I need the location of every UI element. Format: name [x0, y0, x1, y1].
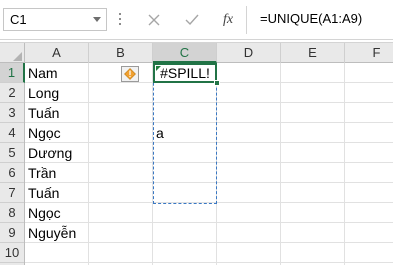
- cell-a5[interactable]: Dương: [28, 143, 72, 163]
- row-header-1[interactable]: 1: [0, 63, 25, 83]
- cell-a9[interactable]: Nguyễn: [28, 223, 76, 243]
- row-header-bar: 1 2 3 4 5 6 7 8 9 10: [0, 63, 25, 265]
- name-box-value: C1: [10, 12, 27, 27]
- row-header-4[interactable]: 4: [0, 123, 24, 143]
- column-header-e[interactable]: E: [281, 43, 345, 63]
- cell-a3[interactable]: Tuấn: [28, 103, 59, 123]
- cell-a6[interactable]: Trần: [28, 163, 56, 183]
- error-warning-button[interactable]: [121, 66, 139, 82]
- cell-a1[interactable]: Nam: [28, 63, 58, 83]
- cell-a2[interactable]: Long: [28, 83, 59, 103]
- enter-button[interactable]: [178, 9, 206, 31]
- select-all-button[interactable]: [0, 43, 25, 63]
- row-header-3[interactable]: 3: [0, 103, 24, 123]
- cell-a8[interactable]: Ngọc: [28, 203, 61, 223]
- column-header-b[interactable]: B: [89, 43, 153, 63]
- row-header-5[interactable]: 5: [0, 143, 24, 163]
- column-header-a[interactable]: A: [25, 43, 89, 63]
- row-header-2[interactable]: 2: [0, 83, 24, 103]
- formula-input[interactable]: =UNIQUE(A1:A9): [250, 8, 393, 31]
- formula-text: =UNIQUE(A1:A9): [260, 11, 363, 26]
- cell-c1-value: #SPILL!: [160, 65, 210, 81]
- row-header-8[interactable]: 8: [0, 203, 24, 223]
- gridline: [25, 242, 393, 243]
- row-header-9[interactable]: 9: [0, 223, 24, 243]
- gridline: [280, 63, 281, 265]
- active-cell-c1[interactable]: #SPILL!: [153, 63, 217, 83]
- name-box[interactable]: C1: [3, 8, 107, 31]
- fill-handle[interactable]: [214, 80, 220, 86]
- gridline: [88, 63, 89, 265]
- gridline: [25, 262, 393, 263]
- row-header-10[interactable]: 10: [0, 243, 24, 263]
- gridline: [25, 222, 393, 223]
- column-header-f[interactable]: F: [345, 43, 393, 63]
- worksheet-grid[interactable]: Nam Long Tuấn Ngọc Dương Trần Tuấn Ngọc …: [25, 63, 393, 265]
- check-icon: [185, 14, 199, 26]
- column-header-d[interactable]: D: [217, 43, 281, 63]
- cell-a4[interactable]: Ngọc: [28, 123, 61, 143]
- cell-c4[interactable]: a: [156, 123, 164, 143]
- fx-icon: fx: [222, 12, 234, 27]
- select-all-icon: [13, 52, 22, 61]
- row-header-6[interactable]: 6: [0, 163, 24, 183]
- chevron-down-icon[interactable]: [93, 17, 101, 22]
- close-icon: [148, 14, 160, 26]
- drag-handle-icon[interactable]: [118, 13, 122, 27]
- gridline: [344, 63, 345, 265]
- column-header-bar: A B C D E F: [0, 42, 393, 63]
- insert-function-button[interactable]: fx: [214, 9, 242, 31]
- divider: [246, 6, 247, 34]
- column-header-c[interactable]: C: [153, 43, 217, 63]
- row-header-7[interactable]: 7: [0, 183, 24, 203]
- cell-a7[interactable]: Tuấn: [28, 183, 59, 203]
- cancel-button[interactable]: [140, 9, 168, 31]
- warning-diamond-icon: [124, 68, 136, 80]
- formula-bar-area: C1 fx =UNIQUE(A1:A9): [0, 0, 393, 40]
